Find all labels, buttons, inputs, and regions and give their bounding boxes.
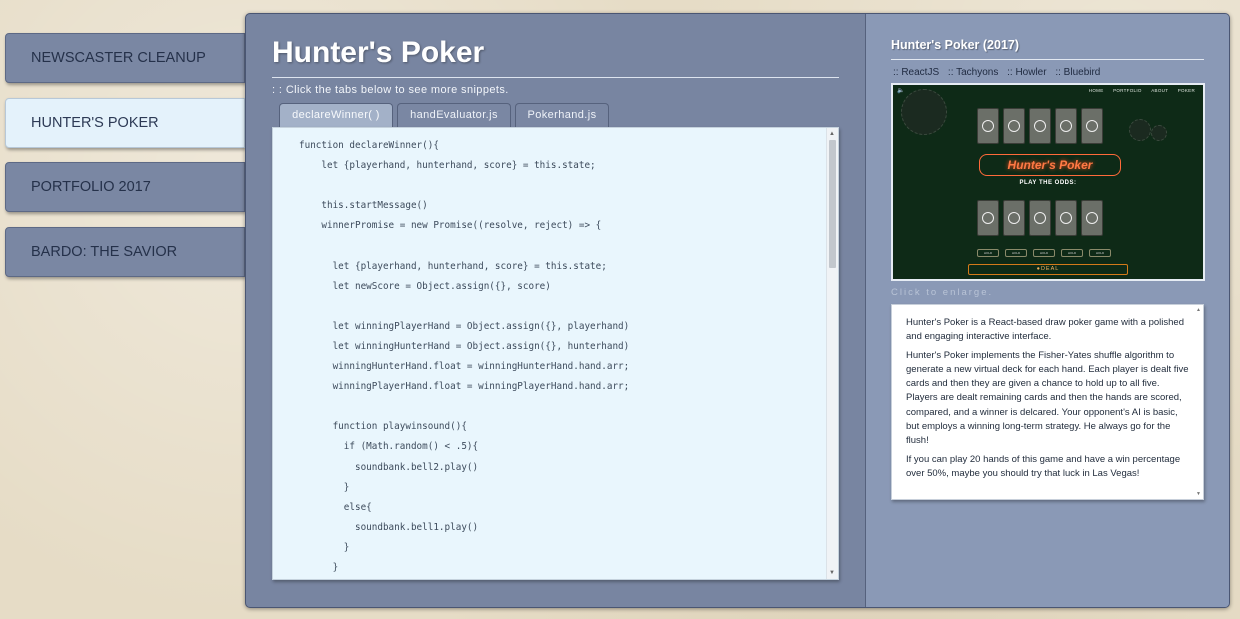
card-back-icon: [1055, 200, 1077, 236]
preview-hold-button: HOLD: [1033, 249, 1055, 257]
tech-list: :: ReactJS :: Tachyons :: Howler :: Blue…: [893, 67, 1106, 78]
project-description[interactable]: Hunter's Poker is a React-based draw pok…: [891, 304, 1204, 500]
tab-declare-winner[interactable]: declareWinner( ): [279, 103, 393, 127]
card-back-icon: [1003, 108, 1025, 144]
tab-hand-evaluator[interactable]: handEvaluator.js: [397, 103, 511, 127]
card-back-icon: [1081, 200, 1103, 236]
description-paragraph: Hunter's Poker is a React-based draw pok…: [906, 317, 1184, 343]
code-line: this.startMessage(): [299, 200, 428, 212]
code-line: if (Math.random() < .5){: [299, 441, 479, 453]
scroll-up-arrow-icon[interactable]: ▲: [829, 131, 835, 137]
preview-hold-button: HOLD: [977, 249, 999, 257]
code-line: soundbank.bell2.play(): [299, 461, 479, 473]
code-line: let newScore = Object.assign({}, score): [299, 280, 551, 292]
description-paragraph: Hunter's Poker implements the Fisher-Yat…: [906, 349, 1189, 447]
project-nav: NEWSCASTER CLEANUP HUNTER'S POKER PORTFO…: [5, 33, 245, 291]
preview-odds-label: PLAY THE ODDS:: [1019, 180, 1077, 186]
preview-nav-poker: POKER: [1177, 88, 1195, 93]
code-line: let winningPlayerHand = Object.assign({}…: [299, 320, 630, 332]
preview-nav: HOME PORTFOLIO ABOUT POKER: [1081, 88, 1195, 93]
code-line: let winningHunterHand = Object.assign({}…: [299, 340, 630, 352]
tab-pokerhand[interactable]: Pokerhand.js: [515, 103, 609, 127]
tech-tachyons: :: Tachyons: [947, 67, 999, 78]
code-lines: function declareWinner(){ let {playerhan…: [299, 136, 629, 578]
preview-deal-button: ●DEAL: [968, 264, 1128, 275]
tabs-hint: : : Click the tabs below to see more sni…: [272, 84, 509, 96]
player-cards: [977, 200, 1103, 236]
page-title: Hunter's Poker: [272, 36, 485, 69]
screenshot-preview[interactable]: 🔈 HOME PORTFOLIO ABOUT POKER Hunter's Po…: [891, 83, 1205, 281]
code-line: function declareWinner(){: [299, 140, 439, 151]
card-back-icon: [1081, 108, 1103, 144]
preview-logo: Hunter's Poker: [979, 154, 1121, 176]
preview-hold-button: HOLD: [1005, 249, 1027, 257]
nav-item-hunters-poker[interactable]: HUNTER'S POKER: [5, 97, 245, 148]
scroll-up-arrow-icon[interactable]: ▲: [1196, 307, 1201, 313]
preview-nav-portfolio: PORTFOLIO: [1113, 88, 1142, 93]
card-back-icon: [1003, 200, 1025, 236]
nav-item-portfolio-2017[interactable]: PORTFOLIO 2017: [5, 162, 245, 212]
preview-hold-buttons: HOLD HOLD HOLD HOLD HOLD: [977, 249, 1111, 257]
nav-item-newscaster-cleanup[interactable]: NEWSCASTER CLEANUP: [5, 33, 245, 83]
poker-chip-image: [1129, 119, 1151, 141]
scroll-down-arrow-icon[interactable]: ▼: [1196, 491, 1201, 497]
code-line: winnerPromise = new Promise((resolve, re…: [299, 220, 602, 232]
tech-howler: :: Howler: [1007, 67, 1047, 78]
card-back-icon: [1055, 108, 1077, 144]
card-back-icon: [977, 108, 999, 144]
code-line: let {playerhand, hunterhand, score} = th…: [299, 160, 596, 172]
card-back-icon: [1029, 200, 1051, 236]
nav-item-bardo-the-savior[interactable]: BARDO: THE SAVIOR: [5, 226, 245, 277]
preview-hold-button: HOLD: [1061, 249, 1083, 257]
opponent-cards: [977, 108, 1103, 144]
tech-bluebird: :: Bluebird: [1055, 67, 1101, 78]
preview-nav-about: ABOUT: [1151, 88, 1169, 93]
enlarge-hint: Click to enlarge.: [891, 287, 994, 298]
code-line: winningHunterHand.float = winningHunterH…: [299, 361, 630, 373]
code-scrollbar-thumb[interactable]: [829, 140, 836, 268]
card-back-icon: [1029, 108, 1051, 144]
tech-reactjs: :: ReactJS: [893, 67, 940, 78]
code-scrollbar[interactable]: ▲ ▼: [826, 128, 838, 579]
description-paragraph: If you can play 20 hands of this game an…: [906, 453, 1181, 479]
preview-hold-button: HOLD: [1089, 249, 1111, 257]
code-line: }: [299, 541, 350, 553]
code-section: Hunter's Poker : : Click the tabs below …: [246, 14, 866, 607]
project-title-divider: [891, 59, 1204, 60]
code-line: }: [299, 561, 339, 573]
code-line: function playwinsound(){: [299, 421, 467, 433]
project-info-column: Hunter's Poker (2017) :: ReactJS :: Tach…: [866, 14, 1229, 607]
code-line: soundbank.bell1.play(): [299, 521, 479, 533]
code-line: let {playerhand, hunterhand, score} = th…: [299, 260, 607, 272]
poker-chip-image: [901, 89, 947, 135]
code-snippet-box[interactable]: function declareWinner(){ let {playerhan…: [272, 127, 839, 580]
code-line: winningPlayerHand.float = winningPlayerH…: [299, 381, 630, 393]
code-line: }: [299, 481, 350, 493]
scroll-down-arrow-icon[interactable]: ▼: [829, 570, 835, 576]
project-title: Hunter's Poker (2017): [891, 38, 1020, 52]
preview-nav-home: HOME: [1088, 88, 1104, 93]
card-back-icon: [977, 200, 999, 236]
title-divider: [272, 77, 839, 78]
sound-icon: 🔈: [897, 88, 905, 94]
poker-chip-image: [1151, 125, 1167, 141]
code-line: else{: [299, 501, 372, 513]
project-panel: Hunter's Poker : : Click the tabs below …: [245, 13, 1230, 608]
